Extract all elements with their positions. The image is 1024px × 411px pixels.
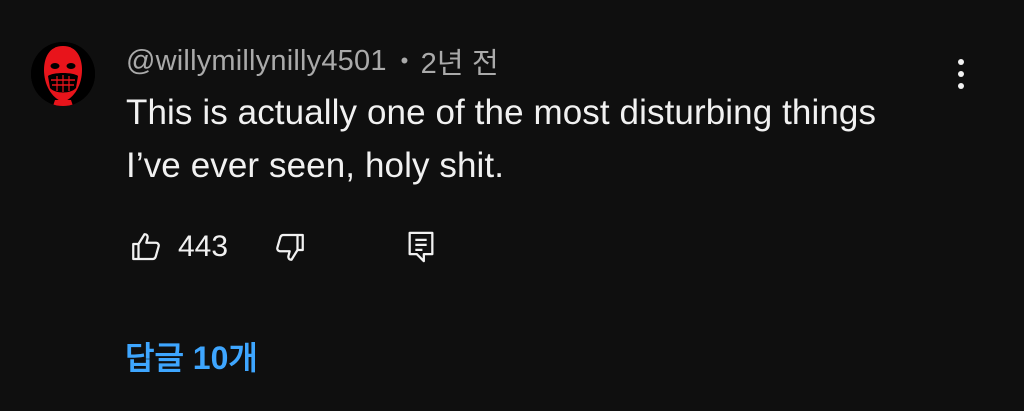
- more-dot: [958, 71, 964, 77]
- comment-actions: 443: [124, 222, 484, 272]
- more-dot: [958, 59, 964, 65]
- comment-text-line: I’ve ever seen, holy shit.: [126, 146, 505, 185]
- thumbs-up-icon: [132, 233, 160, 261]
- thumbs-down-icon: [276, 233, 304, 261]
- reply-button[interactable]: [404, 222, 438, 272]
- view-replies-button[interactable]: 답글 10개: [125, 336, 258, 380]
- masked-face-icon: [31, 42, 95, 106]
- comment-text: This is actually one of the most disturb…: [126, 86, 986, 192]
- header-separator: •: [400, 48, 409, 73]
- comment-reply-icon: [408, 231, 434, 263]
- comment-thread: @willymillynilly4501 • 2년 전 This is actu…: [0, 0, 1024, 411]
- author-name[interactable]: @willymillynilly4501: [126, 45, 387, 78]
- dislike-button[interactable]: [272, 222, 308, 272]
- comment-text-line: This is actually one of the most disturb…: [126, 93, 877, 132]
- comment-header: @willymillynilly4501 • 2년 전: [126, 40, 499, 82]
- like-count: 443: [178, 230, 229, 263]
- like-button[interactable]: [128, 222, 164, 272]
- comment-timestamp[interactable]: 2년 전: [421, 40, 499, 82]
- author-avatar[interactable]: [31, 42, 95, 106]
